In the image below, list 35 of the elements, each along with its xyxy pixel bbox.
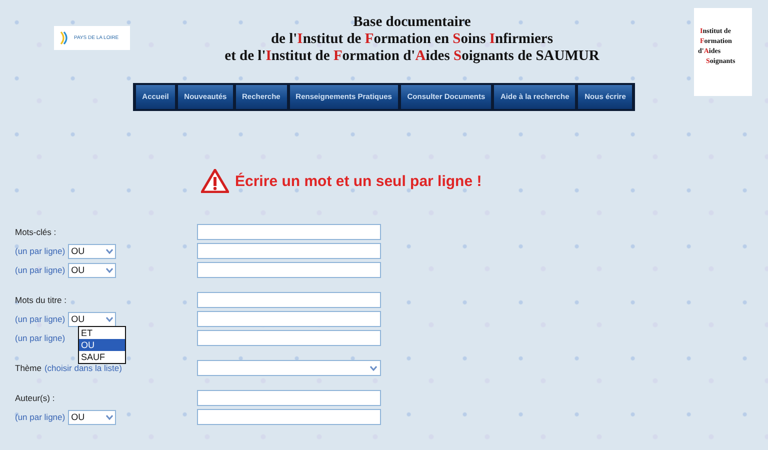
field-label: Auteur(s) : [15, 393, 56, 403]
text-input[interactable] [197, 330, 381, 346]
dropdown-option[interactable]: OU [79, 339, 125, 351]
theme-dropdown[interactable] [197, 360, 381, 376]
chevron-down-icon [106, 268, 114, 272]
text-input[interactable] [197, 224, 381, 240]
text-input[interactable] [197, 409, 381, 425]
field-hint: (un par ligne) [15, 314, 66, 324]
field-label: Mots-clés : [15, 227, 58, 237]
text-input[interactable] [197, 262, 381, 278]
warning-message: Écrire un mot et un seul par ligne ! [235, 172, 482, 190]
operator-dropdown[interactable]: OU [68, 262, 116, 278]
operator-dropdown[interactable]: OU [68, 410, 116, 424]
text-input[interactable] [197, 243, 381, 259]
operator-dropdown[interactable]: OU [68, 312, 116, 326]
warning-icon [201, 169, 229, 193]
field-hint: (choisir dans la liste) [44, 363, 122, 373]
field-hint: (un par ligne) [15, 412, 66, 422]
chevron-down-icon [106, 316, 114, 322]
text-input[interactable] [197, 311, 381, 327]
site-title: Base documentaire de l'Institut de Formation en Soins Infirmiers et de l'Institut de Formation d'Aides Soignants de SAUMUR [224, 14, 600, 65]
operator-dropdown[interactable]: OU [68, 244, 116, 258]
dropdown-option[interactable]: ET [79, 327, 125, 339]
field-label: Thème [15, 363, 42, 373]
chevron-down-icon [370, 366, 377, 370]
dropdown-option[interactable]: SAUF [79, 351, 125, 363]
chevron-down-icon [106, 414, 114, 420]
text-input[interactable] [197, 292, 381, 308]
field-hint: (un par ligne) [15, 246, 66, 256]
arcs-icon [60, 31, 70, 45]
chevron-down-icon [106, 248, 114, 254]
text-input[interactable] [197, 390, 381, 406]
field-hint: (un par ligne) [15, 265, 66, 275]
field-label: Mots du titre : [15, 295, 68, 305]
field-hint: (un par ligne) [15, 333, 66, 343]
